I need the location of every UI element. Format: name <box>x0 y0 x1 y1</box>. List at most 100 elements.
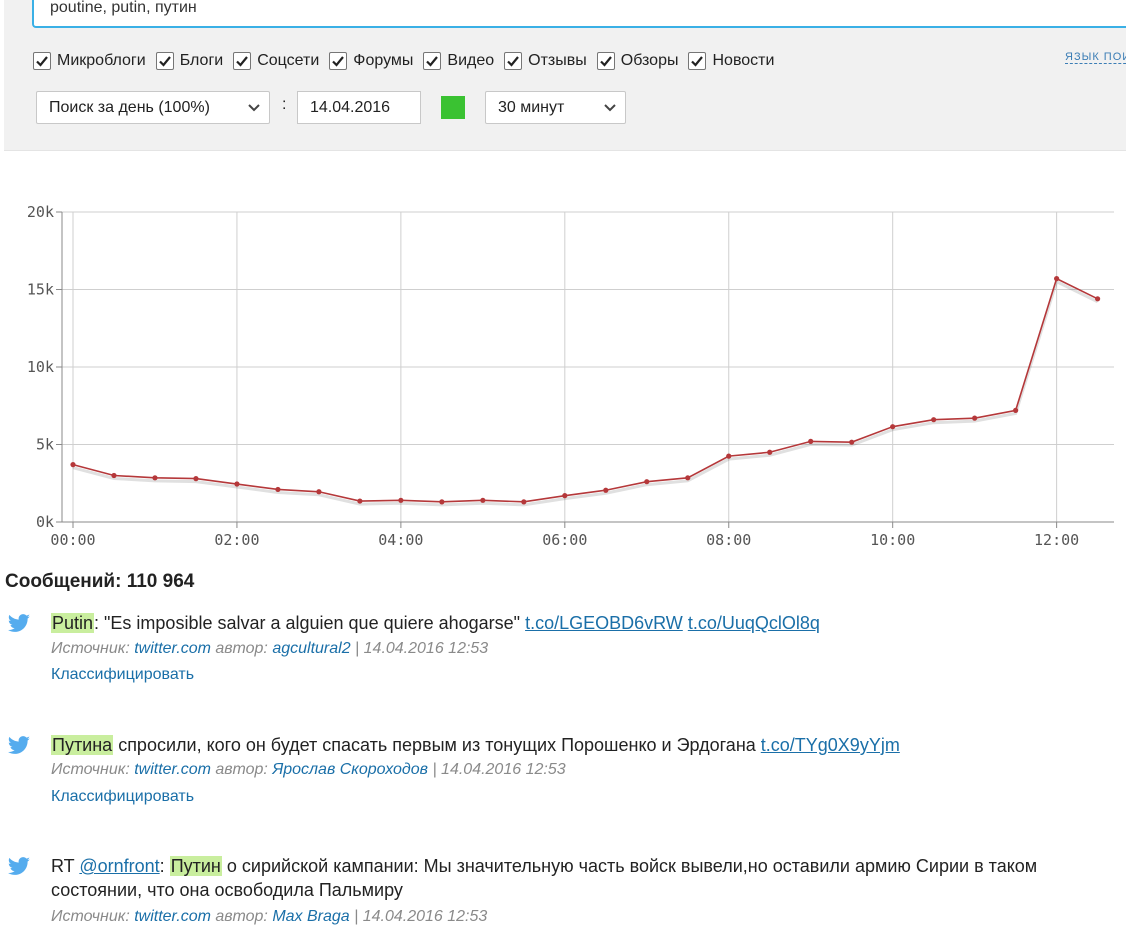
interval-select-value: 30 минут <box>498 98 565 116</box>
x-tick-label: 06:00 <box>542 531 587 549</box>
period-select[interactable]: Поиск за день (100%) <box>36 91 270 124</box>
search-input[interactable] <box>50 0 950 20</box>
y-tick-label: 15k <box>27 281 54 299</box>
chevron-down-icon <box>604 104 616 112</box>
checkbox-overviews[interactable] <box>596 52 615 70</box>
checkbox-microblogs[interactable] <box>33 52 51 70</box>
y-tick-label: 10k <box>27 358 54 376</box>
meta-source[interactable]: twitter.com <box>134 640 211 657</box>
filter-social[interactable]: Соцсети <box>233 52 319 70</box>
checkmark-icon <box>691 56 704 67</box>
message-link[interactable]: t.co/TYg0X9yYjm <box>761 735 900 755</box>
keyword-highlight: Путина <box>51 735 114 755</box>
meta-source[interactable]: twitter.com <box>134 908 211 925</box>
message-meta: Источник: twitter.com автор: agcultural2… <box>51 640 488 658</box>
data-point <box>767 449 773 455</box>
filter-label: Обзоры <box>620 52 679 69</box>
filter-label: Соцсети <box>257 52 320 69</box>
meta-author-label: автор: <box>210 908 273 925</box>
checkbox-forums[interactable] <box>329 52 348 70</box>
meta-author[interactable]: Ярослав Скороходов <box>272 761 428 778</box>
filter-label: Блоги <box>179 52 224 69</box>
meta-author[interactable]: Max Braga <box>272 908 349 925</box>
checkmark-icon <box>426 56 439 67</box>
message-text: RT @ornfront: Путин о сирийской кампании… <box>51 854 1126 902</box>
x-tick-label: 00:00 <box>50 531 95 549</box>
x-tick-label: 08:00 <box>706 531 751 549</box>
meta-date: | 14.04.2016 12:53 <box>349 908 488 925</box>
date-colon: : <box>282 96 287 113</box>
meta-author-label: автор: <box>210 640 273 657</box>
data-point <box>644 479 650 485</box>
classify-link[interactable]: Классифицировать <box>51 788 194 806</box>
date-field[interactable]: 14.04.2016 <box>297 91 421 124</box>
checkmark-icon <box>36 56 48 67</box>
message-body: : "Es imposible salvar a alguien que qui… <box>94 613 526 633</box>
filter-microblogs[interactable]: Микроблоги <box>33 52 146 70</box>
checkmark-icon <box>158 56 171 67</box>
message-body: спросили, кого он будет спасать первым и… <box>113 735 761 755</box>
twitter-bird-icon <box>7 736 30 754</box>
data-point <box>685 475 691 481</box>
language-link[interactable]: ЯЗЫК ПОИ <box>1065 51 1126 64</box>
classify-link[interactable]: Классифицировать <box>51 666 194 684</box>
filter-reviews[interactable]: Отзывы <box>504 52 587 70</box>
message-meta: Источник: twitter.com автор: Ярослав Ско… <box>51 761 566 779</box>
checkbox-video[interactable] <box>423 52 442 70</box>
filter-news[interactable]: Новости <box>688 52 774 70</box>
filter-video[interactable]: Видео <box>423 52 494 70</box>
data-point <box>275 486 281 493</box>
checkbox-news[interactable] <box>688 52 707 70</box>
filter-blogs[interactable]: Блоги <box>155 52 224 70</box>
data-point <box>234 481 240 487</box>
series-line <box>72 277 1098 503</box>
search-box[interactable] <box>32 0 1126 28</box>
data-point <box>603 487 609 493</box>
data-point <box>521 499 527 505</box>
data-point <box>931 417 937 423</box>
y-tick-label: 0k <box>36 513 54 531</box>
twitter-bird-icon <box>7 857 30 875</box>
filter-forums[interactable]: Форумы <box>329 52 413 70</box>
data-point <box>152 475 158 481</box>
color-swatch[interactable] <box>441 96 465 119</box>
meta-source-label: Источник: <box>51 640 135 657</box>
keyword-highlight: Putin <box>51 613 95 633</box>
data-point <box>316 489 322 495</box>
meta-source[interactable]: twitter.com <box>134 761 211 778</box>
x-tick-label: 12:00 <box>1034 531 1079 549</box>
checkbox-blogs[interactable] <box>155 52 174 70</box>
messages-total: Сообщений: 110 964 <box>5 571 195 592</box>
mention-link[interactable]: @ornfront <box>79 856 159 876</box>
data-point <box>849 439 855 445</box>
message-link[interactable]: t.co/LGEOBD6vRW <box>525 613 683 633</box>
period-select-value: Поиск за день (100%) <box>49 98 210 116</box>
data-point <box>1013 407 1019 413</box>
meta-date: | 14.04.2016 12:53 <box>428 761 566 778</box>
checkmark-icon <box>507 56 520 67</box>
mentions-line-chart: 0k 5k 10k 15k 20k 00:00 02:00 04:00 06:00 08:00 10… <box>27 203 1114 549</box>
filter-overviews[interactable]: Обзоры <box>596 52 679 70</box>
meta-author[interactable]: agcultural2 <box>272 640 350 657</box>
checkbox-social[interactable] <box>233 52 252 70</box>
data-point <box>357 498 363 504</box>
message-text: Putin: "Es imposible salvar a alguien qu… <box>51 611 1126 635</box>
data-point <box>1095 296 1101 302</box>
filter-label: Отзывы <box>528 52 587 69</box>
x-tick-label: 10:00 <box>870 531 915 549</box>
date-value: 14.04.2016 <box>310 98 391 116</box>
y-tick-label: 5k <box>36 436 54 454</box>
meta-date: | 14.04.2016 12:53 <box>350 640 489 657</box>
checkbox-reviews[interactable] <box>504 52 523 70</box>
mentions-chart: 0k 5k 10k 15k 20k 00:00 02:00 04:00 06:00 08:00 10… <box>0 195 1126 555</box>
message-link[interactable]: t.co/UuqQclOl8q <box>688 613 820 633</box>
filter-label: Микроблоги <box>57 52 146 69</box>
message-text: Путина спросили, кого он будет спасать п… <box>51 733 1126 757</box>
data-point <box>111 472 117 479</box>
message-prefix: RT <box>51 856 80 876</box>
data-point <box>726 453 732 459</box>
data-point <box>808 438 814 444</box>
checkmark-icon <box>332 56 345 67</box>
interval-select[interactable]: 30 минут <box>485 91 626 124</box>
data-point <box>193 476 199 482</box>
